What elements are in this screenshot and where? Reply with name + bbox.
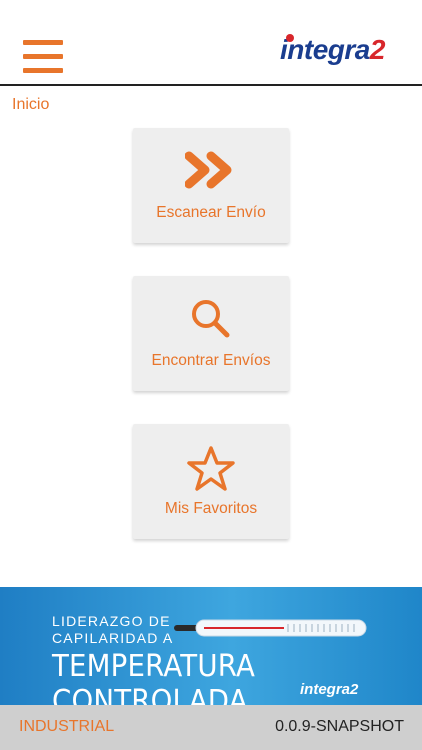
top-app-bar: integra2: [0, 0, 422, 86]
find-shipments-button[interactable]: Encontrar Envíos: [133, 276, 289, 391]
banner-line-1: LIDERAZGO DE: [52, 613, 171, 629]
my-favorites-button[interactable]: Mis Favoritos: [133, 424, 289, 539]
thermometer-icon: [174, 619, 367, 637]
scan-shipment-label: Escanear Envío: [156, 204, 266, 221]
version-label: 0.0.9-SNAPSHOT: [275, 718, 404, 735]
search-icon: [133, 298, 289, 338]
double-chevron-right-icon: [133, 150, 289, 190]
my-favorites-label: Mis Favoritos: [164, 500, 258, 517]
footer-bar: INDUSTRIAL 0.0.9-SNAPSHOT: [0, 705, 422, 750]
find-shipments-label: Encontrar Envíos: [151, 352, 271, 369]
environment-label: INDUSTRIAL: [19, 718, 115, 735]
promo-banner[interactable]: LIDERAZGO DE CAPILARIDAD A TEMPERATURA C…: [0, 587, 422, 705]
banner-brand-logo: integra2: [300, 681, 359, 698]
breadcrumb: Inicio: [12, 96, 50, 113]
integra2-logo: integra2: [280, 34, 385, 65]
banner-line-2: CAPILARIDAD A: [52, 630, 174, 646]
star-icon: [133, 446, 289, 491]
hamburger-menu-icon[interactable]: [23, 40, 63, 74]
scan-shipment-button[interactable]: Escanear Envío: [133, 128, 289, 243]
